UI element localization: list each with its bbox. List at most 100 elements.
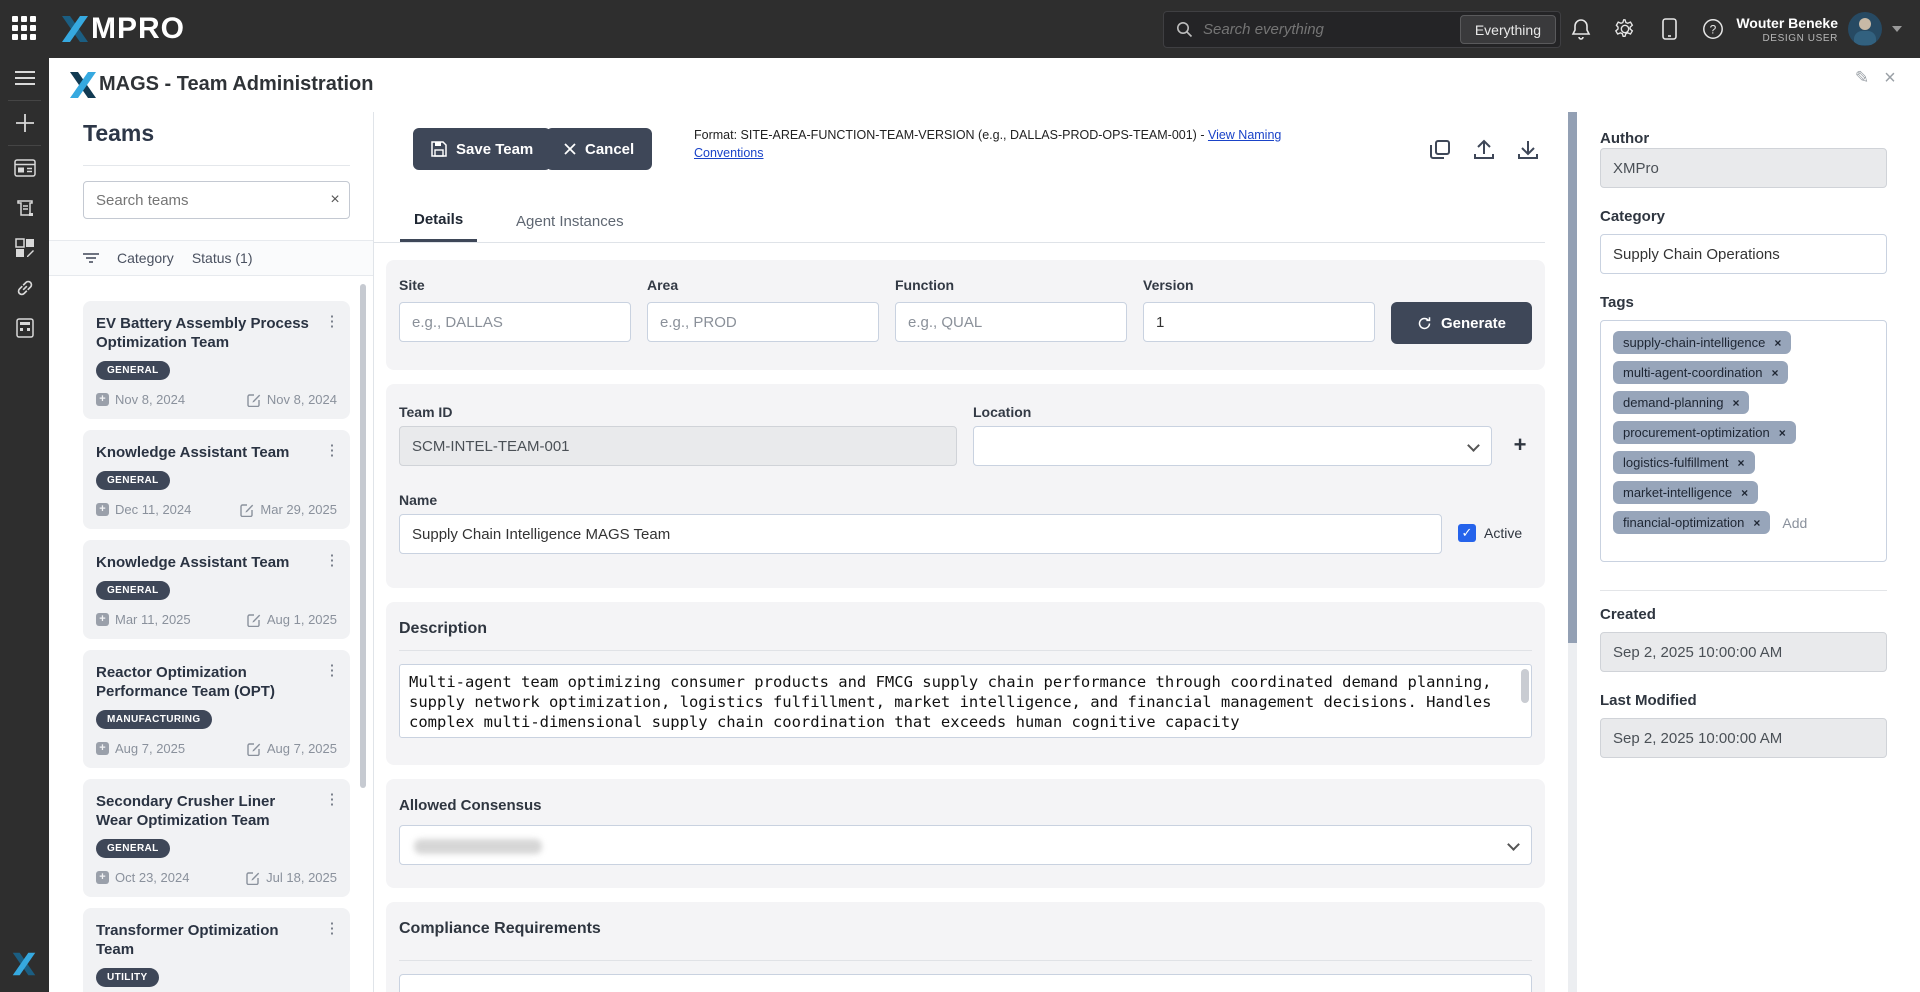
remove-tag-icon[interactable]: × — [1753, 516, 1760, 530]
version-input[interactable] — [1143, 302, 1375, 342]
remove-tag-icon[interactable]: × — [1732, 396, 1739, 410]
remove-tag-icon[interactable]: × — [1779, 426, 1786, 440]
kebab-menu-icon[interactable]: ⋮ — [324, 312, 340, 330]
team-card[interactable]: EV Battery Assembly Process Optimization… — [83, 301, 350, 419]
filter-category[interactable]: Category — [117, 250, 174, 266]
global-search[interactable]: Everything — [1163, 11, 1561, 48]
tab-agent-instances[interactable]: Agent Instances — [502, 200, 638, 242]
team-name: EV Battery Assembly Process Optimization… — [96, 314, 314, 352]
xmpro-bottom-logo[interactable] — [11, 951, 37, 982]
tag-pill[interactable]: market-intelligence × — [1613, 481, 1758, 504]
edit-date-icon — [247, 393, 261, 407]
search-scope-button[interactable]: Everything — [1460, 15, 1556, 44]
mobile-device-icon[interactable] — [1658, 18, 1680, 40]
dashboards-icon[interactable] — [0, 148, 49, 188]
main-scrollbar-thumb[interactable] — [1568, 112, 1577, 643]
team-category-badge: GENERAL — [96, 581, 170, 600]
add-new-icon[interactable] — [0, 103, 49, 143]
user-avatar[interactable] — [1848, 12, 1882, 46]
team-card[interactable]: Transformer Optimization Team ⋮ UTILITY … — [83, 908, 350, 992]
upload-icon[interactable] — [1472, 138, 1496, 162]
remove-tag-icon[interactable]: × — [1737, 456, 1744, 470]
compliance-panel: Compliance Requirements — [386, 902, 1545, 992]
team-name-input[interactable] — [399, 514, 1442, 554]
add-location-button[interactable]: + — [1508, 434, 1532, 458]
description-textarea[interactable]: Multi-agent team optimizing consumer pro… — [399, 664, 1532, 738]
tags-label: Tags — [1600, 294, 1634, 311]
created-input — [1600, 632, 1887, 672]
tags-box[interactable]: supply-chain-intelligence × multi-agent-… — [1600, 320, 1887, 562]
save-team-button[interactable]: Save Team — [413, 128, 551, 170]
kebab-menu-icon[interactable]: ⋮ — [324, 551, 340, 569]
tab-details[interactable]: Details — [400, 200, 477, 242]
last-modified-label: Last Modified — [1600, 692, 1697, 709]
page-title: MAGS - Team Administration — [99, 73, 373, 96]
tag-pill[interactable]: logistics-fulfillment × — [1613, 451, 1755, 474]
team-card[interactable]: Secondary Crusher Liner Wear Optimizatio… — [83, 779, 350, 897]
close-icon[interactable]: × — [1880, 68, 1900, 88]
help-icon[interactable]: ? — [1702, 18, 1724, 40]
team-created: + Aug 7, 2025 — [96, 741, 185, 756]
remove-tag-icon[interactable]: × — [1774, 336, 1781, 350]
app-grid-icon[interactable] — [12, 16, 38, 42]
calculator-icon[interactable] — [0, 308, 49, 348]
kebab-menu-icon[interactable]: ⋮ — [324, 661, 340, 679]
description-scrollbar[interactable] — [1521, 669, 1529, 703]
add-tag-button[interactable]: Add — [1782, 515, 1807, 531]
user-menu[interactable]: Wouter Beneke DESIGN USER — [1736, 0, 1902, 58]
divider — [399, 960, 1532, 961]
divider — [83, 165, 350, 166]
team-name: Reactor Optimization Performance Team (O… — [96, 663, 314, 701]
download-icon[interactable] — [1516, 138, 1540, 162]
teams-scrollbar[interactable] — [360, 284, 366, 788]
forms-icon[interactable] — [0, 188, 49, 228]
area-input[interactable] — [647, 302, 879, 342]
function-input[interactable] — [895, 302, 1127, 342]
menu-hamburger-icon[interactable] — [0, 58, 49, 98]
team-modified: Nov 8, 2024 — [247, 392, 337, 407]
modules-blocks-icon[interactable] — [0, 228, 49, 268]
xmpro-logo[interactable]: MPRO — [60, 12, 185, 46]
chevron-down-icon — [1467, 439, 1480, 452]
compliance-input[interactable] — [399, 974, 1532, 992]
save-floppy-icon — [431, 141, 447, 157]
filter-icon[interactable] — [83, 252, 99, 264]
remove-tag-icon[interactable]: × — [1771, 366, 1778, 380]
team-created: + Dec 11, 2024 — [96, 502, 191, 517]
kebab-menu-icon[interactable]: ⋮ — [324, 441, 340, 459]
team-category-badge: MANUFACTURING — [96, 710, 212, 729]
settings-gear-icon[interactable] — [1614, 18, 1636, 40]
user-menu-caret-icon[interactable] — [1892, 26, 1902, 32]
team-card[interactable]: Knowledge Assistant Team ⋮ GENERAL + Dec… — [83, 430, 350, 529]
mags-window: MAGS - Team Administration ✎ × Teams × C… — [49, 58, 1920, 992]
allowed-consensus-select[interactable] — [399, 825, 1532, 865]
tag-pill[interactable]: financial-optimization × — [1613, 511, 1770, 534]
category-input[interactable] — [1600, 234, 1887, 274]
remove-tag-icon[interactable]: × — [1741, 486, 1748, 500]
location-select[interactable] — [973, 426, 1492, 466]
team-card[interactable]: Knowledge Assistant Team ⋮ GENERAL + Mar… — [83, 540, 350, 639]
tag-pill[interactable]: demand-planning × — [1613, 391, 1749, 414]
teams-search-input[interactable] — [96, 192, 321, 209]
generate-button[interactable]: Generate — [1391, 302, 1532, 344]
tag-pill[interactable]: procurement-optimization × — [1613, 421, 1796, 444]
team-category-badge: UTILITY — [96, 968, 159, 987]
tag-pill[interactable]: supply-chain-intelligence × — [1613, 331, 1791, 354]
connections-link-icon[interactable] — [0, 268, 49, 308]
team-dates: + Oct 23, 2024 Jul 18, 2025 — [96, 870, 337, 885]
team-card[interactable]: Reactor Optimization Performance Team (O… — [83, 650, 350, 768]
kebab-menu-icon[interactable]: ⋮ — [324, 790, 340, 808]
copy-icon[interactable] — [1428, 138, 1452, 162]
edit-pencil-icon[interactable]: ✎ — [1852, 68, 1872, 88]
tag-pill[interactable]: multi-agent-coordination × — [1613, 361, 1788, 384]
kebab-menu-icon[interactable]: ⋮ — [324, 919, 340, 937]
notifications-bell-icon[interactable] — [1570, 18, 1592, 40]
search-input[interactable] — [1203, 21, 1460, 38]
active-checkbox[interactable]: ✓ — [1458, 524, 1476, 542]
clear-search-icon[interactable]: × — [321, 191, 349, 209]
user-name: Wouter Beneke — [1736, 15, 1838, 31]
filter-status[interactable]: Status (1) — [192, 250, 253, 266]
site-input[interactable] — [399, 302, 631, 342]
created-date-icon: + — [96, 742, 109, 755]
cancel-button[interactable]: Cancel — [546, 128, 652, 170]
